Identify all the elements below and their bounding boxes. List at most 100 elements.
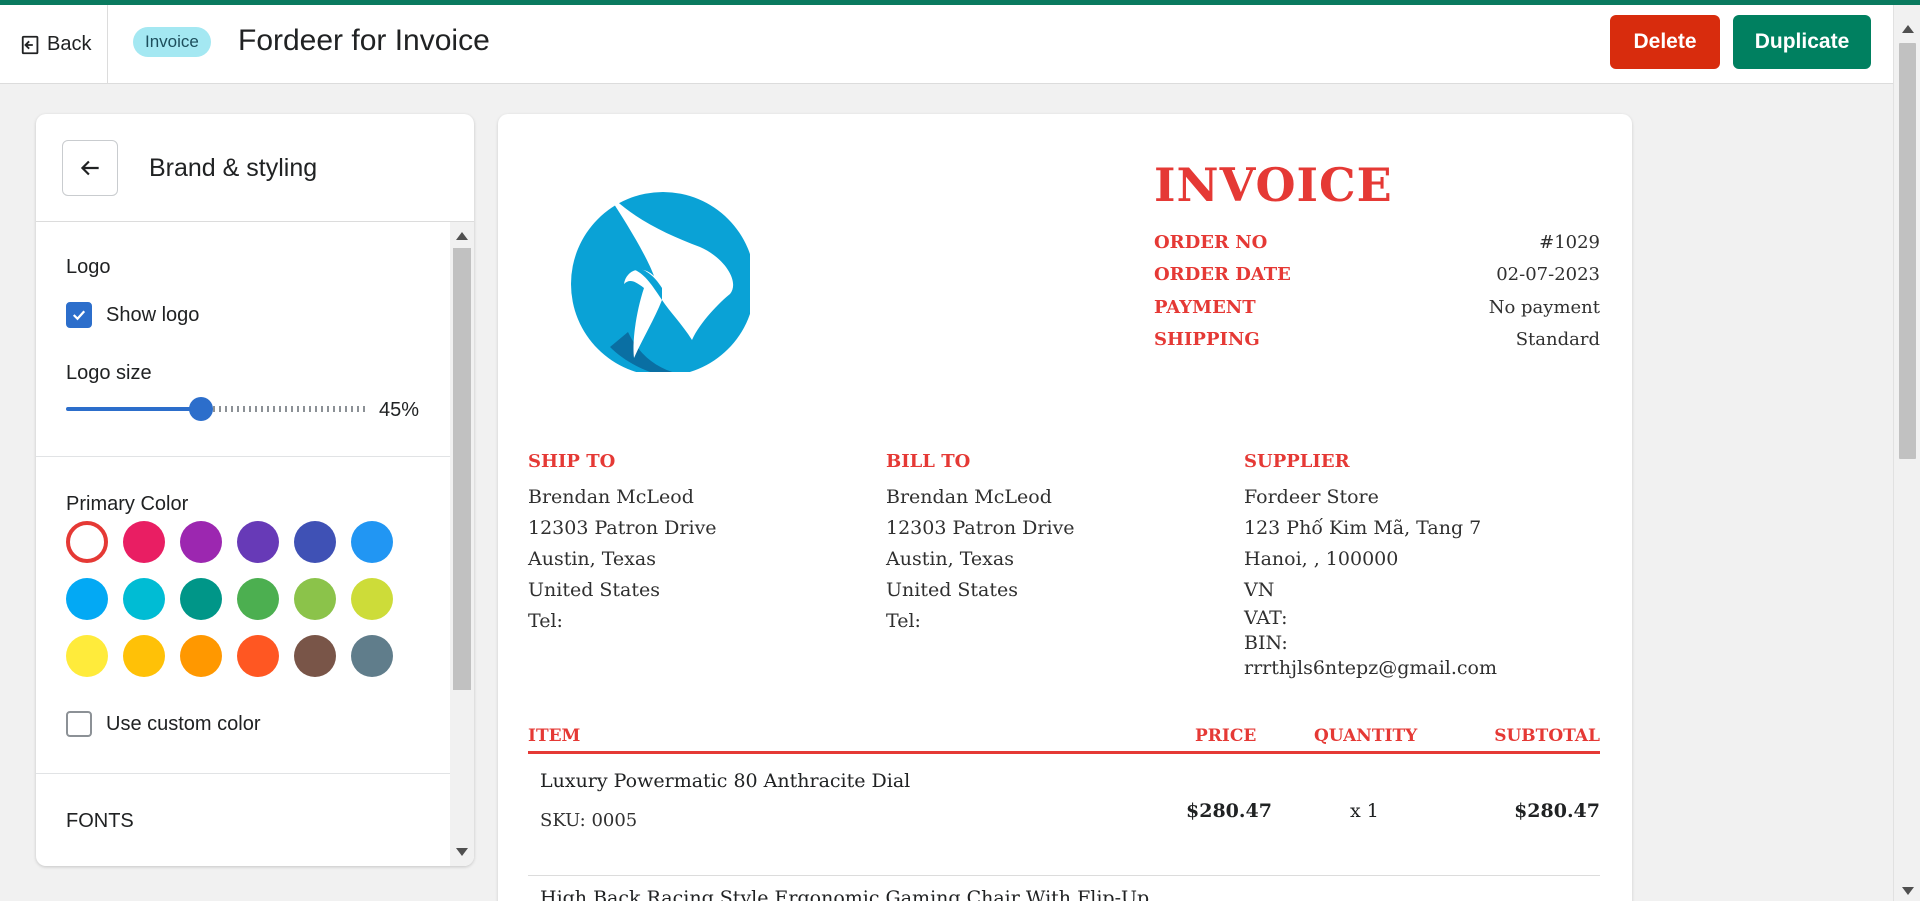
show-logo-checkbox[interactable]: [66, 302, 92, 328]
color-swatch[interactable]: [180, 635, 222, 677]
color-swatch[interactable]: [351, 635, 393, 677]
exit-back-icon: [21, 35, 39, 54]
show-logo-label: Show logo: [106, 303, 200, 326]
col-subtotal: SUBTOTAL: [1494, 726, 1600, 746]
item-name: Luxury Powermatic 80 Anthracite Dial: [540, 770, 911, 792]
meta-value: No payment: [1488, 296, 1600, 318]
item-subtotal: $280.47: [1514, 800, 1600, 822]
meta-value: Standard: [1515, 329, 1600, 351]
meta-key: ORDER NO: [1154, 231, 1268, 253]
color-swatch[interactable]: [351, 578, 393, 620]
supplier-line: BIN:: [1244, 632, 1288, 654]
panel-header: Brand & styling: [36, 114, 474, 222]
invoice-meta: ORDER NO #1029 ORDER DATE 02-07-2023 PAYMENT…: [1154, 226, 1600, 356]
panel-scrollbar[interactable]: [450, 222, 474, 866]
logo-size-slider[interactable]: [66, 397, 366, 421]
line-item-row: Luxury Powermatic 80 Anthracite Dial SKU…: [528, 764, 1600, 876]
ship-to-line: Brendan McLeod: [528, 486, 694, 508]
col-quantity: QUANTITY: [1314, 726, 1418, 746]
supplier-heading: SUPPLIER: [1244, 451, 1350, 472]
panel-title: Brand & styling: [149, 154, 318, 182]
bill-to-line: 12303 Patron Drive: [886, 517, 1075, 539]
slider-thumb[interactable]: [189, 397, 213, 421]
custom-color-label: Use custom color: [106, 712, 261, 735]
type-badge: Invoice: [133, 27, 211, 57]
col-item: ITEM: [528, 726, 581, 746]
fonts-heading: FONTS: [66, 810, 134, 832]
color-swatch[interactable]: [294, 578, 336, 620]
ship-to-block: SHIP TO Brendan McLeod 12303 Patron Drive…: [528, 451, 868, 637]
meta-value: 02-07-2023: [1496, 264, 1600, 286]
color-swatch[interactable]: [237, 635, 279, 677]
ship-to-line: Austin, Texas: [528, 548, 656, 570]
checkmark-icon: [72, 310, 86, 321]
color-swatch[interactable]: [237, 521, 279, 563]
color-swatch[interactable]: [123, 578, 165, 620]
panel-scroll-up-icon[interactable]: [456, 232, 468, 240]
color-swatch[interactable]: [123, 635, 165, 677]
show-logo-checkbox-row[interactable]: Show logo: [66, 302, 199, 328]
panel-back-button[interactable]: [62, 140, 118, 196]
supplier-block: SUPPLIER Fordeer Store 123 Phố Kim Mã, Ta…: [1244, 451, 1584, 681]
arrow-left-icon: [80, 160, 99, 176]
color-swatch[interactable]: [237, 578, 279, 620]
items-header: ITEM PRICE QUANTITY SUBTOTAL: [528, 726, 1600, 754]
logo-size-label: Logo size: [66, 362, 152, 384]
ship-to-line: United States: [528, 579, 661, 601]
ship-to-line: Tel:: [528, 610, 563, 632]
slider-track-rest: [213, 406, 366, 412]
meta-row: ORDER NO #1029: [1154, 226, 1600, 259]
bill-to-block: BILL TO Brendan McLeod 12303 Patron Drive…: [886, 451, 1226, 637]
page-title: Fordeer for Invoice: [238, 24, 490, 57]
color-swatch[interactable]: [66, 521, 108, 563]
custom-color-checkbox[interactable]: [66, 711, 92, 737]
color-swatch[interactable]: [66, 578, 108, 620]
logo-section: Logo Show logo Logo size 45%: [36, 222, 450, 457]
meta-key: PAYMENT: [1154, 296, 1256, 318]
delete-button[interactable]: Delete: [1610, 15, 1720, 69]
page-scroll-thumb[interactable]: [1899, 43, 1916, 459]
back-label: Back: [47, 33, 92, 55]
bill-to-line: United States: [886, 579, 1019, 601]
panel-scroll-down-icon[interactable]: [456, 848, 468, 856]
brand-styling-panel: Brand & styling Logo Show logo Logo size…: [36, 114, 474, 866]
scroll-up-icon[interactable]: [1902, 25, 1914, 33]
back-button[interactable]: Back: [0, 5, 108, 84]
color-swatch-grid: [66, 521, 393, 677]
supplier-line: 123 Phố Kim Mã, Tang 7: [1244, 517, 1482, 539]
slider-track-fill: [66, 407, 201, 411]
app-header: Back Invoice Fordeer for Invoice Delete …: [0, 5, 1893, 84]
page-scrollbar[interactable]: [1893, 5, 1920, 901]
bill-to-heading: BILL TO: [886, 451, 971, 472]
invoice-title: INVOICE: [1154, 158, 1393, 212]
color-swatch[interactable]: [180, 578, 222, 620]
color-swatch[interactable]: [66, 635, 108, 677]
supplier-line: VN: [1244, 579, 1275, 601]
color-swatch[interactable]: [123, 521, 165, 563]
ship-to-heading: SHIP TO: [528, 451, 616, 472]
meta-value: #1029: [1539, 231, 1600, 253]
col-price: PRICE: [1195, 726, 1257, 746]
bill-to-line: Tel:: [886, 610, 921, 632]
invoice-preview: INVOICE ORDER NO #1029 ORDER DATE 02-07-202…: [498, 114, 1632, 901]
primary-color-heading: Primary Color: [66, 493, 189, 515]
meta-key: ORDER DATE: [1154, 264, 1291, 286]
duplicate-button[interactable]: Duplicate: [1733, 15, 1871, 69]
color-swatch[interactable]: [180, 521, 222, 563]
color-swatch[interactable]: [294, 635, 336, 677]
meta-key: SHIPPING: [1154, 329, 1260, 351]
store-logo: [571, 180, 750, 372]
supplier-line: Hanoi, , 100000: [1244, 548, 1399, 570]
color-swatch[interactable]: [351, 521, 393, 563]
meta-row: PAYMENT No payment: [1154, 291, 1600, 324]
panel-scroll-thumb[interactable]: [453, 248, 471, 690]
color-swatch[interactable]: [294, 521, 336, 563]
custom-color-checkbox-row[interactable]: Use custom color: [66, 711, 261, 737]
logo-heading: Logo: [66, 256, 111, 278]
panel-body: Logo Show logo Logo size 45% Primary Col…: [36, 222, 450, 866]
fonts-section: FONTS: [36, 774, 450, 866]
scroll-down-icon[interactable]: [1902, 887, 1914, 895]
meta-row: SHIPPING Standard: [1154, 324, 1600, 357]
primary-color-section: Primary Color Use custom color: [36, 457, 450, 774]
ship-to-line: 12303 Patron Drive: [528, 517, 717, 539]
